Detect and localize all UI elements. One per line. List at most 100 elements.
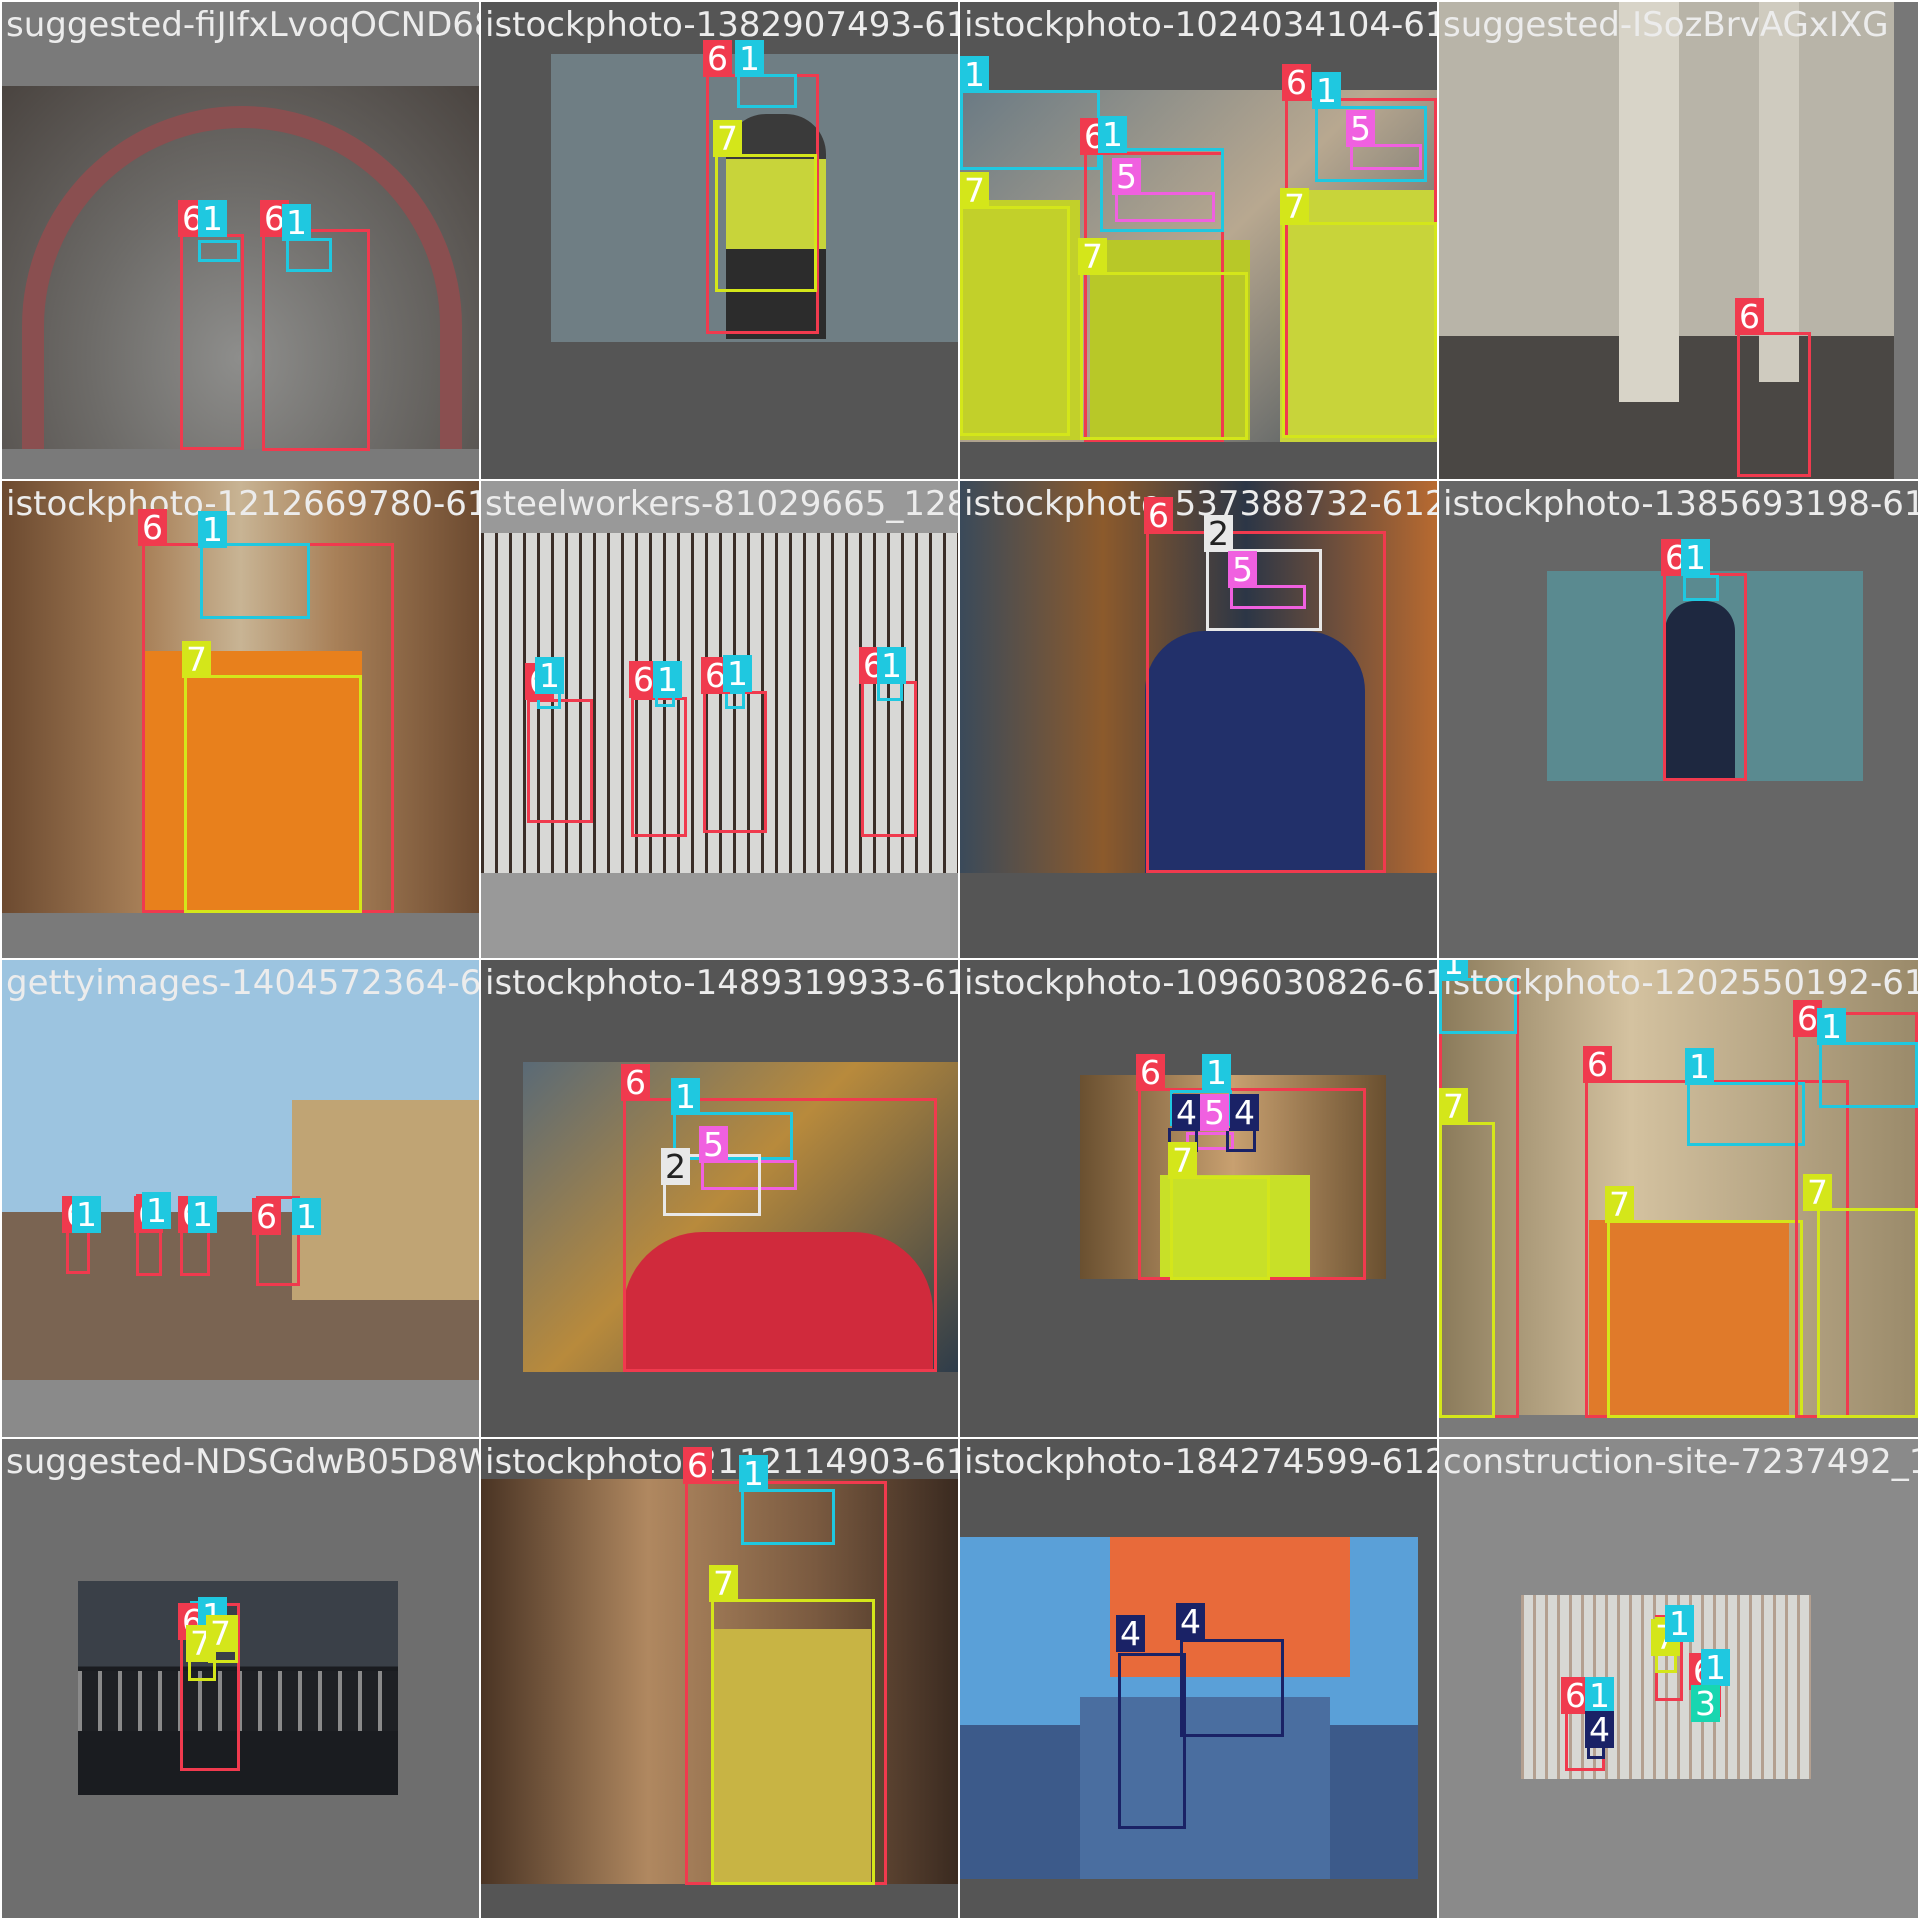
- image-tile: suggested-fiJIfxLvoqOCND68XiG 6 1 6 1: [2, 2, 479, 479]
- class-label: 5: [1112, 158, 1141, 195]
- detection-box: [960, 206, 1070, 436]
- detection-box: [703, 691, 767, 833]
- image-filename: construction-site-7237492_1: [1443, 1442, 1918, 1482]
- factory-photo: [1439, 2, 1894, 479]
- detection-box: [1817, 1208, 1918, 1418]
- detection-box: [184, 675, 362, 913]
- class-label: 5: [1228, 551, 1257, 588]
- class-label: 5: [1200, 1094, 1229, 1131]
- image-tile: istockphoto-1024034104-612x612.jpg 1 7 6…: [960, 2, 1437, 479]
- image-filename: steelworkers-81029665_1280.jpg: [485, 484, 958, 524]
- detection-box: [960, 90, 1100, 170]
- class-label: 6: [621, 1064, 650, 1101]
- class-label: 7: [1439, 1088, 1468, 1125]
- class-label: 1: [1439, 960, 1468, 981]
- detection-box: [1819, 1042, 1918, 1108]
- image-filename: suggested-ISozBrvAGxIXG: [1443, 5, 1889, 45]
- image-filename: istockphoto-1024034104-612x612.jpg: [964, 5, 1437, 45]
- class-label: 7: [182, 641, 211, 678]
- detection-box: [631, 697, 687, 837]
- detection-box: [1663, 573, 1747, 781]
- class-label: 1: [1681, 539, 1710, 576]
- image-filename: istockphoto-1212669780-612x612.jpg: [6, 484, 479, 524]
- class-label: 6: [703, 40, 732, 77]
- detection-box: [1180, 1639, 1284, 1737]
- class-label: 7: [1078, 238, 1107, 275]
- class-label: 4: [1176, 1603, 1205, 1640]
- class-label: 7: [709, 1565, 738, 1602]
- class-label: 1: [960, 56, 989, 93]
- class-label: 1: [72, 1196, 101, 1233]
- image-tile: suggested-NDSGdwB05D8WiUv8KMM 6 1 7 7: [2, 1439, 479, 1918]
- class-label: 1: [292, 1198, 321, 1235]
- detection-box: [737, 74, 797, 108]
- class-label: 1: [877, 647, 906, 684]
- class-label: 1: [535, 657, 564, 694]
- detection-box: [1683, 575, 1719, 601]
- image-filename: istockphoto-184274599-612x612.jpg: [964, 1442, 1437, 1482]
- class-label: 1: [735, 40, 764, 77]
- class-label: 7: [713, 120, 742, 157]
- class-label: 7: [1168, 1142, 1197, 1179]
- class-label: 1: [1202, 1054, 1231, 1091]
- detection-box: [200, 543, 310, 619]
- detection-box: [527, 699, 593, 823]
- class-label: 2: [661, 1148, 690, 1185]
- class-label: 4: [1585, 1711, 1614, 1748]
- detection-box: [1170, 1176, 1270, 1280]
- image-filename: istockphoto-1382907493-612x612.jpg: [485, 5, 958, 45]
- class-label: 5: [1346, 110, 1375, 147]
- detection-box: [715, 154, 817, 292]
- image-tile: istockphoto-184274599-612x612.jpg 4 4: [960, 1439, 1437, 1918]
- detection-box: [1118, 1653, 1186, 1829]
- class-label: 6: [1144, 497, 1173, 534]
- image-filename: istockphoto-1202550192-612: [1443, 963, 1918, 1003]
- detection-box: [1687, 1082, 1805, 1146]
- image-tile: istockphoto-1385693198-612 6 1: [1439, 481, 1918, 958]
- image-tile: istockphoto-1382907493-612x612.jpg 6 1 7: [481, 2, 958, 479]
- image-tile: istockphoto-1096030826-612x612.jpg 6 1 4…: [960, 960, 1437, 1437]
- image-tile: istockphoto-537388732-612x612.jpg 6 2 5: [960, 481, 1437, 958]
- class-label: 1: [1312, 72, 1341, 109]
- sugarcane-field-photo: [2, 960, 479, 1380]
- class-label: 1: [1685, 1048, 1714, 1085]
- detection-box: [741, 1489, 835, 1545]
- class-label: 7: [960, 172, 989, 209]
- detection-box: [180, 234, 244, 450]
- image-tile: istockphoto-1212669780-612x612.jpg 6 1 7: [2, 481, 479, 958]
- image-filename: istockphoto-2112114903-612x612.jpg: [485, 1442, 958, 1482]
- class-label: 7: [1280, 188, 1309, 225]
- image-filename: istockphoto-1096030826-612x612.jpg: [964, 963, 1437, 1003]
- class-label: 1: [142, 1192, 171, 1229]
- image-filename: istockphoto-537388732-612x612.jpg: [964, 484, 1437, 524]
- image-tile: steelworkers-81029665_1280.jpg 6 1 6 1 6…: [481, 481, 958, 958]
- class-label: 7: [206, 1615, 235, 1652]
- image-tile: istockphoto-1489319933-612x612.jpg 6 1 5…: [481, 960, 958, 1437]
- class-label: 1: [739, 1455, 768, 1492]
- class-label: 1: [1701, 1649, 1730, 1686]
- image-tile: construction-site-7237492_1 7 1 6 1 3 6 …: [1439, 1439, 1918, 1918]
- class-label: 6: [1282, 64, 1311, 101]
- class-label: 1: [1817, 1008, 1846, 1045]
- image-filename: gettyimages-1404572364-612x612.jpg: [6, 963, 479, 1003]
- class-label: 4: [1230, 1094, 1259, 1131]
- image-tile: suggested-ISozBrvAGxIXG 6: [1439, 2, 1918, 479]
- class-label: 1: [198, 511, 227, 548]
- detection-box: [1080, 272, 1248, 440]
- class-label: 6: [1583, 1046, 1612, 1083]
- class-label: 1: [198, 200, 227, 237]
- image-filename: suggested-NDSGdwB05D8WiUv8KMM: [6, 1442, 479, 1482]
- image-tile: gettyimages-1404572364-612x612.jpg 6 1 6…: [2, 960, 479, 1437]
- detection-box: [1282, 222, 1437, 438]
- class-label: 1: [188, 1196, 217, 1233]
- class-label: 1: [1665, 1605, 1694, 1642]
- class-label: 6: [683, 1447, 712, 1484]
- detection-box: [1737, 332, 1811, 477]
- image-tile: istockphoto-2112114903-612x612.jpg 6 1 7: [481, 1439, 958, 1918]
- detection-box: [198, 240, 240, 262]
- detection-box: [673, 1112, 793, 1160]
- class-label: 1: [1098, 116, 1127, 153]
- image-filename: istockphoto-1385693198-612: [1443, 484, 1918, 524]
- class-label: 7: [1803, 1174, 1832, 1211]
- class-label: 2: [1204, 515, 1233, 552]
